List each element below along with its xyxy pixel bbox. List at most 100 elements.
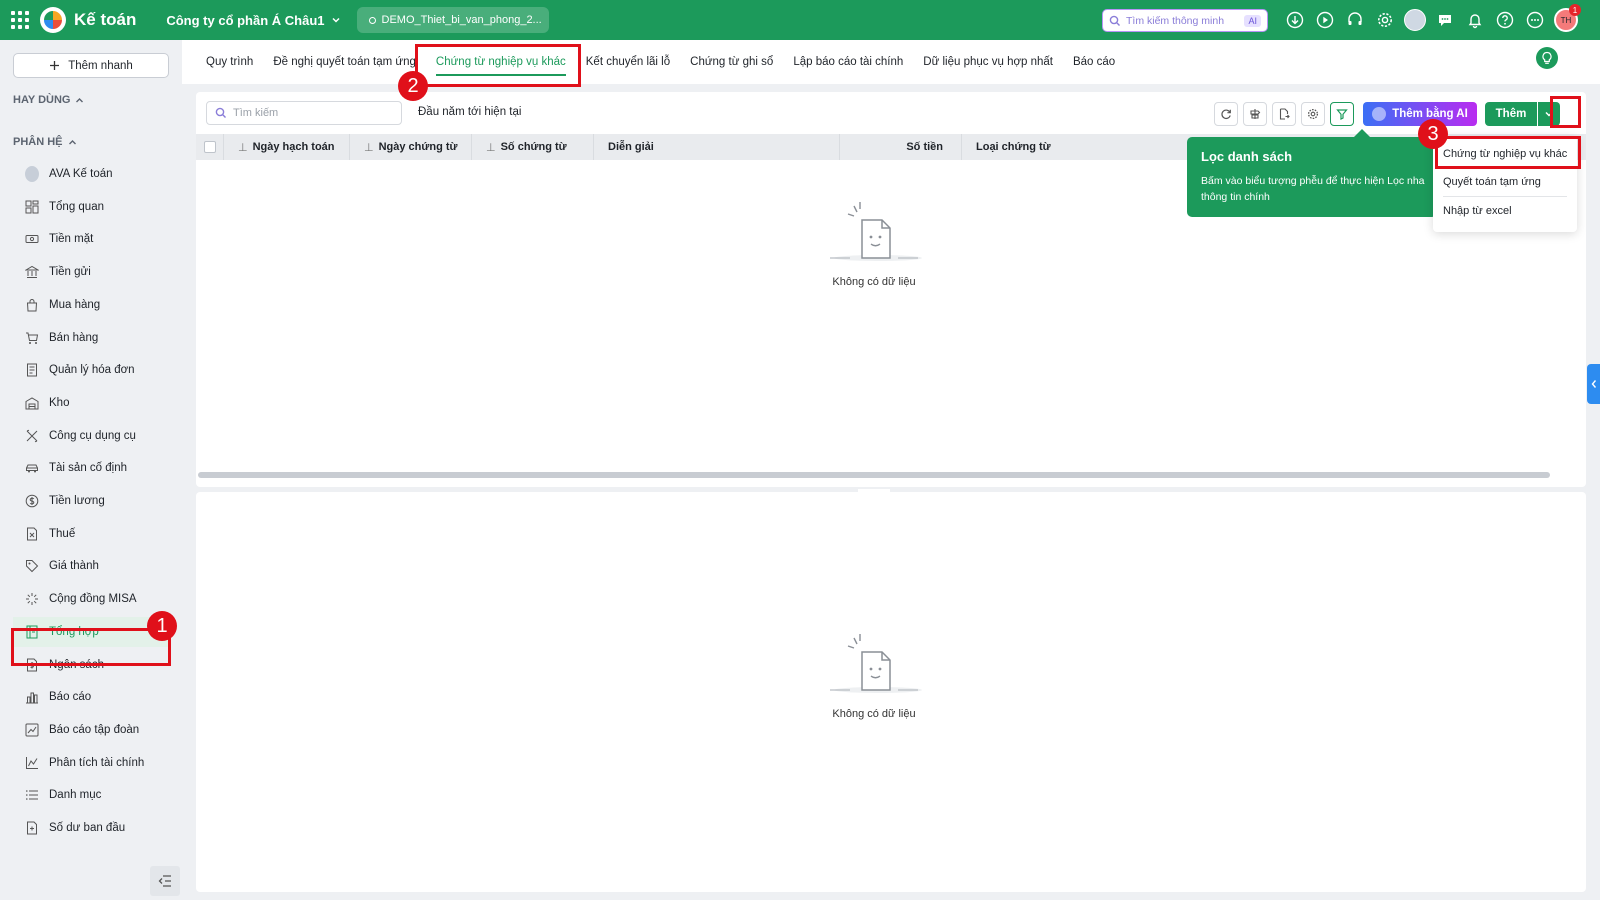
empty-state: Không có dữ liệu — [826, 632, 922, 720]
sidebar-item[interactable]: Danh mục — [13, 780, 169, 810]
side-panel-toggle[interactable] — [1587, 364, 1600, 404]
sidebar-item-label: Tiền mặt — [49, 233, 94, 246]
help-icon[interactable] — [1494, 9, 1516, 31]
column-voucher-number[interactable]: ⊥ Số chứng từ — [472, 134, 594, 160]
section-modules[interactable]: PHÂN HỆ — [13, 136, 77, 148]
column-voucher-type[interactable]: Loại chứng từ — [962, 134, 1162, 160]
period-filter[interactable]: Đầu năm tới hiện tại — [418, 106, 521, 118]
export-button[interactable] — [1272, 102, 1296, 126]
sidebar-item[interactable]: Bán hàng — [13, 323, 169, 353]
bell-icon[interactable] — [1464, 9, 1486, 31]
sidebar-item[interactable]: Kho — [13, 388, 169, 418]
settings-button[interactable] — [1301, 102, 1325, 126]
top-icon-group: TH 1 — [1284, 4, 1581, 32]
pin-icon[interactable]: ⊥ — [486, 141, 496, 154]
add-with-ai-button[interactable]: Thêm bằng AI — [1363, 102, 1477, 126]
company-selector[interactable]: Công ty cổ phần Á Châu1 — [166, 13, 340, 28]
tab[interactable]: Lập báo cáo tài chính — [783, 40, 913, 84]
tooltip-text-line1: Bấm vào biểu tượng phễu để thực hiện Lọc… — [1201, 175, 1425, 187]
ava-avatar-icon — [25, 166, 39, 182]
database-selector[interactable]: DEMO_Thiet_bi_van_phong_2... — [356, 7, 549, 33]
filter-button[interactable] — [1330, 102, 1354, 126]
column-label: Số tiền — [906, 141, 943, 153]
column-description[interactable]: Diễn giải — [594, 134, 840, 160]
chevron-up-icon — [76, 97, 84, 102]
app-launcher-icon[interactable] — [0, 0, 40, 40]
refresh-button[interactable] — [1214, 102, 1238, 126]
column-label: Số chứng từ — [500, 141, 567, 153]
sidebar-item[interactable]: Số dư ban đầu — [13, 813, 169, 843]
sidebar-item-label: Tài sản cố định — [49, 462, 127, 475]
empty-state: Không có dữ liệu — [826, 200, 922, 288]
sidebar-item[interactable]: Cộng đồng MISA — [13, 584, 169, 614]
sidebar-item-label: Kho — [49, 396, 70, 409]
section-frequent[interactable]: HAY DÙNG — [13, 94, 84, 106]
tab[interactable]: Chứng từ ghi sổ — [680, 40, 783, 84]
sidebar-item[interactable]: Quản lý hóa đơn — [13, 355, 169, 385]
sidebar-item[interactable]: Thuế — [13, 519, 169, 549]
search-icon — [215, 107, 226, 118]
download-icon[interactable] — [1284, 9, 1306, 31]
list-search-input[interactable]: Tìm kiếm — [206, 101, 402, 125]
assistant-avatar[interactable] — [1404, 9, 1426, 31]
user-avatar[interactable]: TH 1 — [1554, 4, 1581, 32]
sidebar-item[interactable]: Báo cáo tập đoàn — [13, 715, 169, 745]
add-button[interactable]: Thêm — [1485, 102, 1537, 126]
column-label: Ngày chứng từ — [378, 141, 458, 153]
sidebar-item-label: Thuế — [49, 527, 76, 540]
sidebar-item-label: Tổng quan — [49, 200, 104, 213]
support-icon[interactable] — [1344, 9, 1366, 31]
process-button[interactable] — [1243, 102, 1267, 126]
pin-icon[interactable]: ⊥ — [238, 141, 248, 154]
settings-gear-icon — [1307, 108, 1319, 120]
sidebar-item[interactable]: Công cụ dụng cụ — [13, 421, 169, 451]
bar-chart-icon — [25, 690, 39, 704]
chat-icon[interactable] — [1434, 9, 1456, 31]
pin-icon[interactable]: ⊥ — [364, 141, 374, 154]
sidebar-item[interactable]: Báo cáo — [13, 682, 169, 712]
sidebar-item-label: Bán hàng — [49, 331, 99, 344]
play-icon[interactable] — [1314, 9, 1336, 31]
cash-icon — [25, 232, 39, 246]
filter-funnel-icon — [1336, 109, 1348, 120]
tab[interactable]: Dữ liệu phục vụ hợp nhất — [913, 40, 1063, 84]
tab[interactable]: Báo cáo — [1063, 40, 1125, 84]
sidebar-item[interactable]: Tiền lương — [13, 486, 169, 516]
menu-item-advance-settlement[interactable]: Quyết toán tạm ứng — [1433, 168, 1577, 196]
sidebar-item[interactable]: Giá thành — [13, 551, 169, 581]
column-posting-date[interactable]: ⊥ Ngày hạch toán — [224, 134, 350, 160]
status-dot-icon — [368, 16, 376, 24]
sidebar-item-label: Phân tích tài chính — [49, 756, 145, 769]
ai-avatar-icon — [1372, 107, 1387, 121]
sidebar-item[interactable]: Tiền gửi — [13, 257, 169, 287]
horizontal-scrollbar[interactable] — [198, 472, 1550, 478]
module-tabs: Quy trình Đề nghị quyết toán tạm ứng Chứng… — [182, 40, 1600, 84]
settings-gear-icon[interactable] — [1374, 9, 1396, 31]
tab[interactable]: Kết chuyển lãi lỗ — [576, 40, 680, 84]
sidebar-item[interactable]: AVA Kế toán — [13, 159, 169, 189]
more-icon[interactable] — [1524, 9, 1546, 31]
sidebar-item[interactable]: Tổng quan — [13, 192, 169, 222]
highlight-box-3 — [1435, 136, 1581, 169]
lightbulb-icon[interactable] — [1536, 47, 1558, 69]
select-all-cell — [196, 134, 224, 160]
empty-state-text: Không có dữ liệu — [832, 276, 916, 288]
quick-add-button[interactable]: Thêm nhanh — [13, 53, 169, 78]
sidebar-item[interactable]: Mua hàng — [13, 290, 169, 320]
smart-search-input[interactable]: Tìm kiếm thông minh AI — [1102, 9, 1268, 32]
sidebar-item[interactable]: Tiền mặt — [13, 224, 169, 254]
column-voucher-date[interactable]: ⊥ Ngày chứng từ — [350, 134, 472, 160]
section-modules-label: PHÂN HỆ — [13, 136, 63, 148]
filter-tooltip: Lọc danh sách Bấm vào biểu tượng phễu để… — [1187, 137, 1437, 217]
cart-icon — [25, 331, 39, 345]
select-all-checkbox[interactable] — [203, 141, 216, 153]
sidebar-item[interactable]: Tài sản cố định — [13, 453, 169, 483]
menu-item-import-excel[interactable]: Nhập từ excel — [1433, 197, 1577, 225]
voucher-detail-panel: Không có dữ liệu — [196, 492, 1586, 892]
sidebar-item-label: Tiền lương — [49, 495, 105, 507]
tab[interactable]: Quy trình — [196, 40, 263, 84]
collapse-sidebar-icon[interactable] — [150, 866, 180, 896]
sidebar-item[interactable]: Phân tích tài chính — [13, 748, 169, 778]
column-amount[interactable]: Số tiền — [840, 134, 962, 160]
section-frequent-label: HAY DÙNG — [13, 94, 71, 106]
